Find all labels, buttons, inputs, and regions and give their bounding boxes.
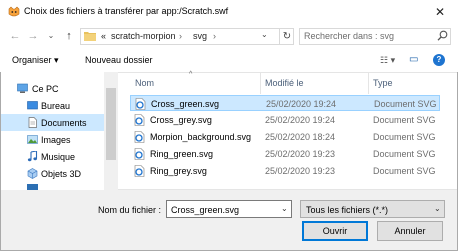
filename-label: Nom du fichier : (98, 205, 162, 215)
file-name: Ring_green.svg (150, 149, 214, 159)
organize-button[interactable]: Organiser ▾ (12, 55, 59, 66)
file-row[interactable]: Morpion_background.svg 25/02/2020 18:24 … (130, 129, 440, 145)
objects3d-icon (27, 168, 38, 179)
sidebar-item-label: Objets 3D (41, 169, 82, 179)
file-name: Cross_grey.svg (150, 115, 212, 125)
breadcrumb-separator: › (179, 31, 182, 41)
file-modified: 25/02/2020 19:24 (266, 99, 337, 109)
filename-dropdown-icon[interactable]: ⌄ (281, 204, 288, 213)
file-type: Document SVG (373, 166, 436, 176)
filename-value[interactable]: Cross_green.svg (171, 205, 239, 215)
forward-arrow-icon[interactable]: → (26, 28, 40, 44)
view-options-icon[interactable]: ☷ ▾ (380, 55, 395, 66)
recent-locations-chevron-icon[interactable]: ⌄ (44, 28, 58, 44)
desktop-icon (27, 101, 38, 110)
address-dropdown-icon[interactable]: ⌄ (261, 30, 268, 39)
help-icon[interactable]: ? (433, 54, 445, 66)
computer-icon (17, 83, 28, 93)
file-type: Document SVG (373, 149, 436, 159)
sort-ascending-icon: ^ (189, 71, 193, 78)
column-header-name[interactable]: Nom (135, 78, 154, 88)
sidebar-item-label: Musique (41, 152, 76, 162)
sidebar-item-ce-pc[interactable]: Ce PC (1, 80, 105, 97)
sidebar-item-label: Documents (41, 118, 87, 128)
images-icon (27, 135, 38, 144)
breadcrumb-separator: › (213, 31, 216, 41)
sidebar-item-partial (27, 184, 87, 190)
svg-file-icon (134, 165, 145, 177)
column-divider[interactable] (260, 72, 261, 94)
breadcrumb-svg[interactable]: svg (193, 31, 207, 41)
sidebar-item-documents[interactable]: Documents (1, 114, 105, 131)
column-header-type[interactable]: Type (373, 78, 393, 88)
file-row[interactable]: Ring_green.svg 25/02/2020 19:23 Document… (130, 146, 440, 162)
file-name: Morpion_background.svg (150, 132, 252, 142)
folder-icon (84, 32, 96, 41)
back-arrow-icon[interactable]: ← (8, 28, 22, 44)
sidebar-item-musique[interactable]: Musique (1, 148, 105, 165)
file-modified: 25/02/2020 19:24 (265, 115, 336, 125)
breadcrumb-overflow[interactable]: « (101, 31, 106, 41)
preview-pane-icon[interactable]: ▭ (409, 54, 418, 65)
new-folder-button[interactable]: Nouveau dossier (85, 55, 153, 65)
cancel-button[interactable]: Annuler (377, 221, 443, 241)
svg-file-icon (134, 148, 145, 160)
music-icon (27, 151, 38, 162)
column-header-modified[interactable]: Modifié le (265, 78, 304, 88)
file-modified: 25/02/2020 18:24 (265, 132, 336, 142)
file-row[interactable]: Ring_grey.svg 25/02/2020 19:23 Document … (130, 163, 440, 179)
file-row[interactable]: Cross_green.svg 25/02/2020 19:24 Documen… (130, 95, 440, 111)
file-row[interactable]: Cross_grey.svg 25/02/2020 19:24 Document… (130, 112, 440, 128)
sidebar-item-label: Ce PC (32, 84, 59, 94)
up-arrow-icon[interactable]: ↑ (62, 28, 76, 44)
sidebar-item-images[interactable]: Images (1, 131, 105, 148)
svg-file-icon (134, 131, 145, 143)
navigation-pane: Ce PC Bureau Documents Images Musique Ob… (1, 72, 118, 190)
sidebar-item-label: Bureau (41, 101, 71, 111)
file-modified: 25/02/2020 19:23 (265, 149, 336, 159)
sidebar-item-bureau[interactable]: Bureau (1, 97, 105, 114)
file-name: Cross_green.svg (151, 99, 220, 109)
svg-file-icon (134, 114, 145, 126)
window-title: Choix des fichiers à transférer par app:… (24, 6, 229, 16)
sidebar-item-label: Images (41, 135, 71, 145)
file-type: Document SVG (374, 99, 437, 109)
file-name: Ring_grey.svg (150, 166, 207, 176)
file-type-filter-value[interactable]: Tous les fichiers (*.*) (306, 205, 388, 215)
documents-icon (28, 117, 37, 128)
search-icon[interactable] (437, 30, 448, 41)
close-icon[interactable]: ✕ (432, 4, 448, 20)
open-button[interactable]: Ouvrir (302, 221, 368, 241)
sidebar-item-objets-3d[interactable]: Objets 3D (1, 165, 105, 182)
refresh-icon[interactable]: ↻ (279, 28, 294, 45)
sidebar-scrollbar-thumb[interactable] (106, 88, 116, 160)
breadcrumb-scratch-morpion[interactable]: scratch-morpion (111, 31, 176, 41)
column-divider[interactable] (368, 72, 369, 94)
file-type: Document SVG (373, 115, 436, 125)
svg-file-icon (135, 98, 146, 110)
file-type: Document SVG (373, 132, 436, 142)
scratch-cat-icon (8, 6, 20, 17)
chevron-down-icon[interactable]: ⌄ (434, 204, 441, 213)
file-modified: 25/02/2020 19:23 (265, 166, 336, 176)
search-placeholder: Rechercher dans : svg (304, 31, 395, 41)
